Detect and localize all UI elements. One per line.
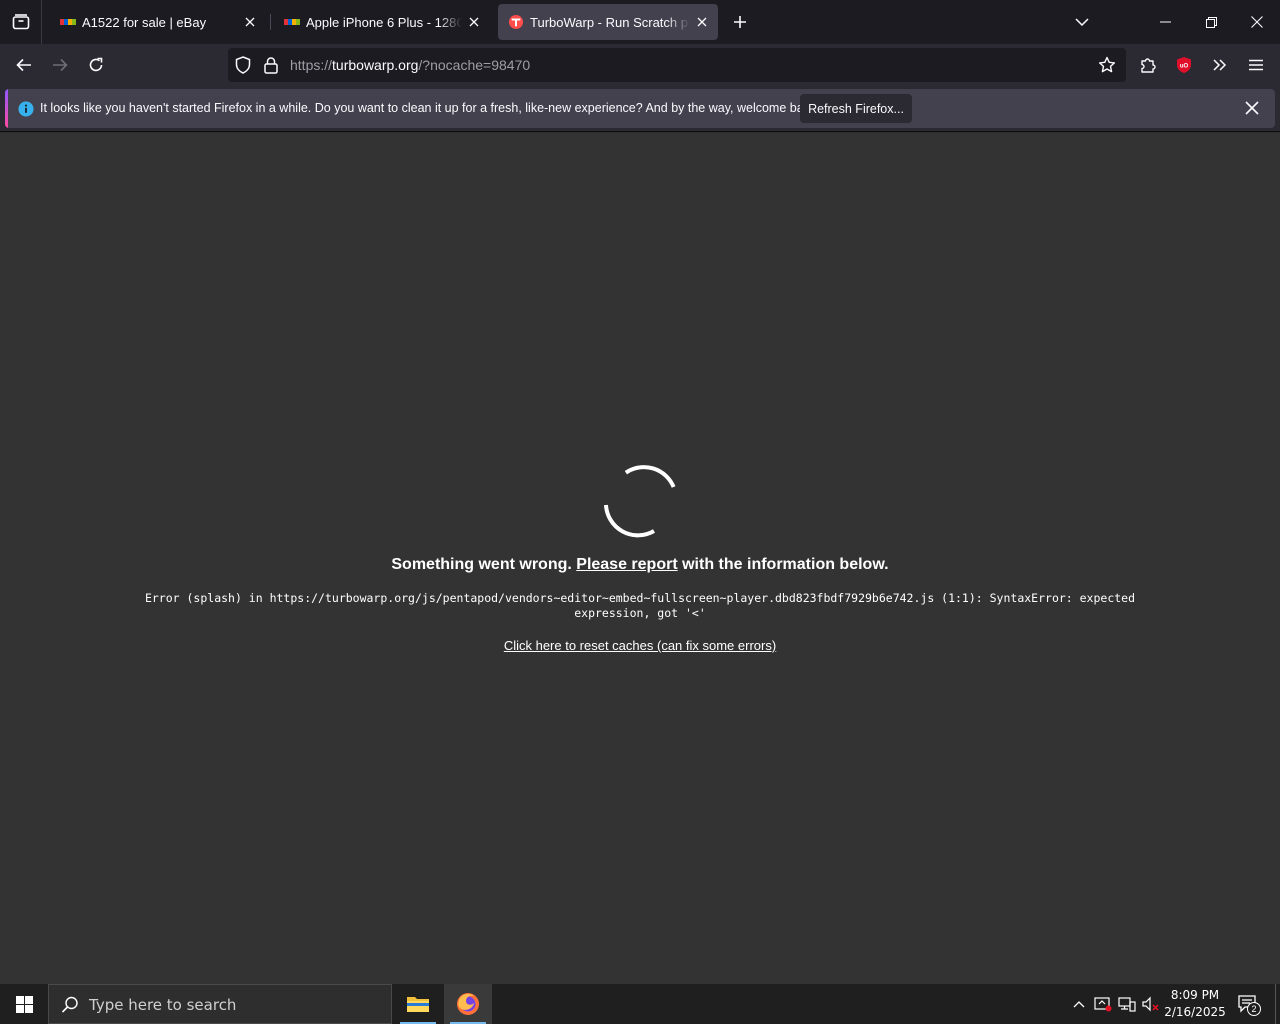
url-bar[interactable]: https://turbowarp.org/?nocache=98470 bbox=[228, 48, 1126, 82]
ebay-favicon-icon bbox=[60, 14, 76, 30]
back-button[interactable] bbox=[8, 49, 40, 81]
ublock-shield-icon: uO bbox=[1177, 57, 1191, 73]
search-placeholder: Type here to search bbox=[89, 996, 237, 1014]
reset-caches-link[interactable]: Click here to reset caches (can fix some… bbox=[0, 638, 1280, 653]
close-icon bbox=[1251, 16, 1263, 28]
tab-title: TurboWarp - Run Scratch projects bbox=[530, 14, 690, 30]
url-scheme: https:// bbox=[290, 57, 333, 73]
notification-message: It looks like you haven't started Firefo… bbox=[40, 101, 820, 115]
close-tab-icon[interactable] bbox=[690, 10, 714, 34]
tab-strip: A1522 for sale | eBay Apple iPhone 6 Plu… bbox=[0, 0, 1280, 44]
url-host: turbowarp.org bbox=[332, 57, 419, 73]
bookmark-star-icon[interactable] bbox=[1098, 56, 1116, 79]
close-tab-icon[interactable] bbox=[238, 10, 262, 34]
turbowarp-favicon-icon bbox=[508, 14, 524, 30]
tab-ebay-iphone[interactable]: Apple iPhone 6 Plus - 128GB - G bbox=[274, 4, 490, 40]
page-content: Something went wrong. Please report with… bbox=[0, 133, 1280, 984]
error-heading-suffix: with the information below. bbox=[682, 556, 889, 573]
refresh-firefox-button[interactable]: Refresh Firefox... bbox=[800, 94, 912, 123]
start-button[interactable] bbox=[0, 984, 48, 1024]
minimize-window-button[interactable] bbox=[1142, 0, 1188, 44]
firefox-taskbar-button[interactable] bbox=[444, 984, 492, 1024]
windows-taskbar: Type here to search 8:09 PM 2/16/2025 2 bbox=[0, 984, 1280, 1024]
svg-text:uO: uO bbox=[1180, 64, 1189, 70]
close-tab-icon[interactable] bbox=[462, 10, 486, 34]
network-tray-button[interactable] bbox=[1116, 984, 1138, 1024]
firefox-view-button[interactable] bbox=[0, 0, 42, 44]
hamburger-menu-icon bbox=[1249, 59, 1263, 71]
tab-title: Apple iPhone 6 Plus - 128GB - G bbox=[306, 14, 462, 30]
tab-separator bbox=[270, 14, 271, 30]
lock-icon[interactable] bbox=[264, 56, 278, 79]
firefox-view-icon bbox=[12, 14, 29, 30]
windows-logo-icon bbox=[15, 995, 33, 1013]
notification-area: It looks like you haven't started Firefo… bbox=[0, 86, 1280, 132]
ublock-origin-button[interactable]: uO bbox=[1168, 49, 1200, 81]
volume-tray-button[interactable] bbox=[1140, 984, 1162, 1024]
notification-count-badge: 2 bbox=[1247, 1002, 1261, 1016]
please-report-link[interactable]: Please report bbox=[576, 556, 677, 573]
show-desktop-button[interactable] bbox=[1275, 984, 1276, 1024]
taskbar-clock[interactable]: 8:09 PM 2/16/2025 bbox=[1160, 987, 1230, 1021]
tab-turbowarp[interactable]: TurboWarp - Run Scratch projects bbox=[498, 4, 718, 40]
list-all-tabs-button[interactable] bbox=[1066, 6, 1098, 38]
volume-muted-icon bbox=[1142, 996, 1159, 1012]
show-hidden-icons-button[interactable] bbox=[1068, 984, 1090, 1024]
new-tab-button[interactable] bbox=[724, 6, 756, 38]
app-menu-button[interactable] bbox=[1240, 49, 1272, 81]
plus-icon bbox=[734, 16, 746, 28]
ebay-favicon-icon bbox=[284, 14, 300, 30]
file-explorer-taskbar-button[interactable] bbox=[394, 984, 442, 1024]
navigation-toolbar: https://turbowarp.org/?nocache=98470 uO bbox=[0, 44, 1280, 86]
error-heading: Something went wrong. Please report with… bbox=[0, 556, 1280, 574]
extensions-button[interactable] bbox=[1132, 49, 1164, 81]
reload-button[interactable] bbox=[80, 49, 112, 81]
tab-ebay-a1522[interactable]: A1522 for sale | eBay bbox=[50, 4, 266, 40]
search-icon bbox=[61, 996, 79, 1019]
reload-icon bbox=[89, 57, 103, 72]
url-text[interactable]: https://turbowarp.org/?nocache=98470 bbox=[290, 57, 530, 73]
tracking-protection-shield-icon[interactable] bbox=[235, 56, 251, 79]
chevron-down-icon bbox=[1075, 18, 1089, 26]
forward-button[interactable] bbox=[44, 49, 76, 81]
arrow-right-icon bbox=[53, 58, 68, 72]
refresh-firefox-notification: It looks like you haven't started Firefo… bbox=[5, 89, 1275, 128]
taskbar-search-box[interactable]: Type here to search bbox=[48, 984, 392, 1024]
clock-time: 8:09 PM bbox=[1170, 988, 1220, 1002]
info-icon bbox=[18, 101, 34, 122]
double-chevron-right-icon bbox=[1213, 59, 1227, 71]
close-window-button[interactable] bbox=[1234, 0, 1280, 44]
error-heading-prefix: Something went wrong. bbox=[391, 556, 572, 573]
restore-window-button[interactable] bbox=[1188, 0, 1234, 44]
tab-title: A1522 for sale | eBay bbox=[82, 14, 207, 30]
tray-update-button[interactable] bbox=[1092, 984, 1114, 1024]
chevron-up-icon bbox=[1073, 1000, 1085, 1007]
clock-date: 2/16/2025 bbox=[1164, 1005, 1226, 1019]
close-notification-icon[interactable] bbox=[1245, 101, 1259, 120]
folder-icon bbox=[407, 997, 429, 1012]
minimize-icon bbox=[1159, 21, 1171, 23]
update-warning-icon bbox=[1094, 997, 1112, 1012]
firefox-logo-icon bbox=[457, 993, 479, 1015]
error-detail-text: Error (splash) in https://turbowarp.org/… bbox=[144, 591, 1136, 620]
action-center-button[interactable]: 2 bbox=[1236, 984, 1262, 1024]
network-icon bbox=[1118, 997, 1136, 1012]
more-tools-button[interactable] bbox=[1204, 49, 1236, 81]
arrow-left-icon bbox=[16, 58, 31, 72]
loading-spinner-icon bbox=[604, 465, 676, 538]
restore-icon bbox=[1205, 16, 1217, 28]
url-path: /?nocache=98470 bbox=[418, 57, 531, 73]
puzzle-icon bbox=[1141, 58, 1156, 73]
